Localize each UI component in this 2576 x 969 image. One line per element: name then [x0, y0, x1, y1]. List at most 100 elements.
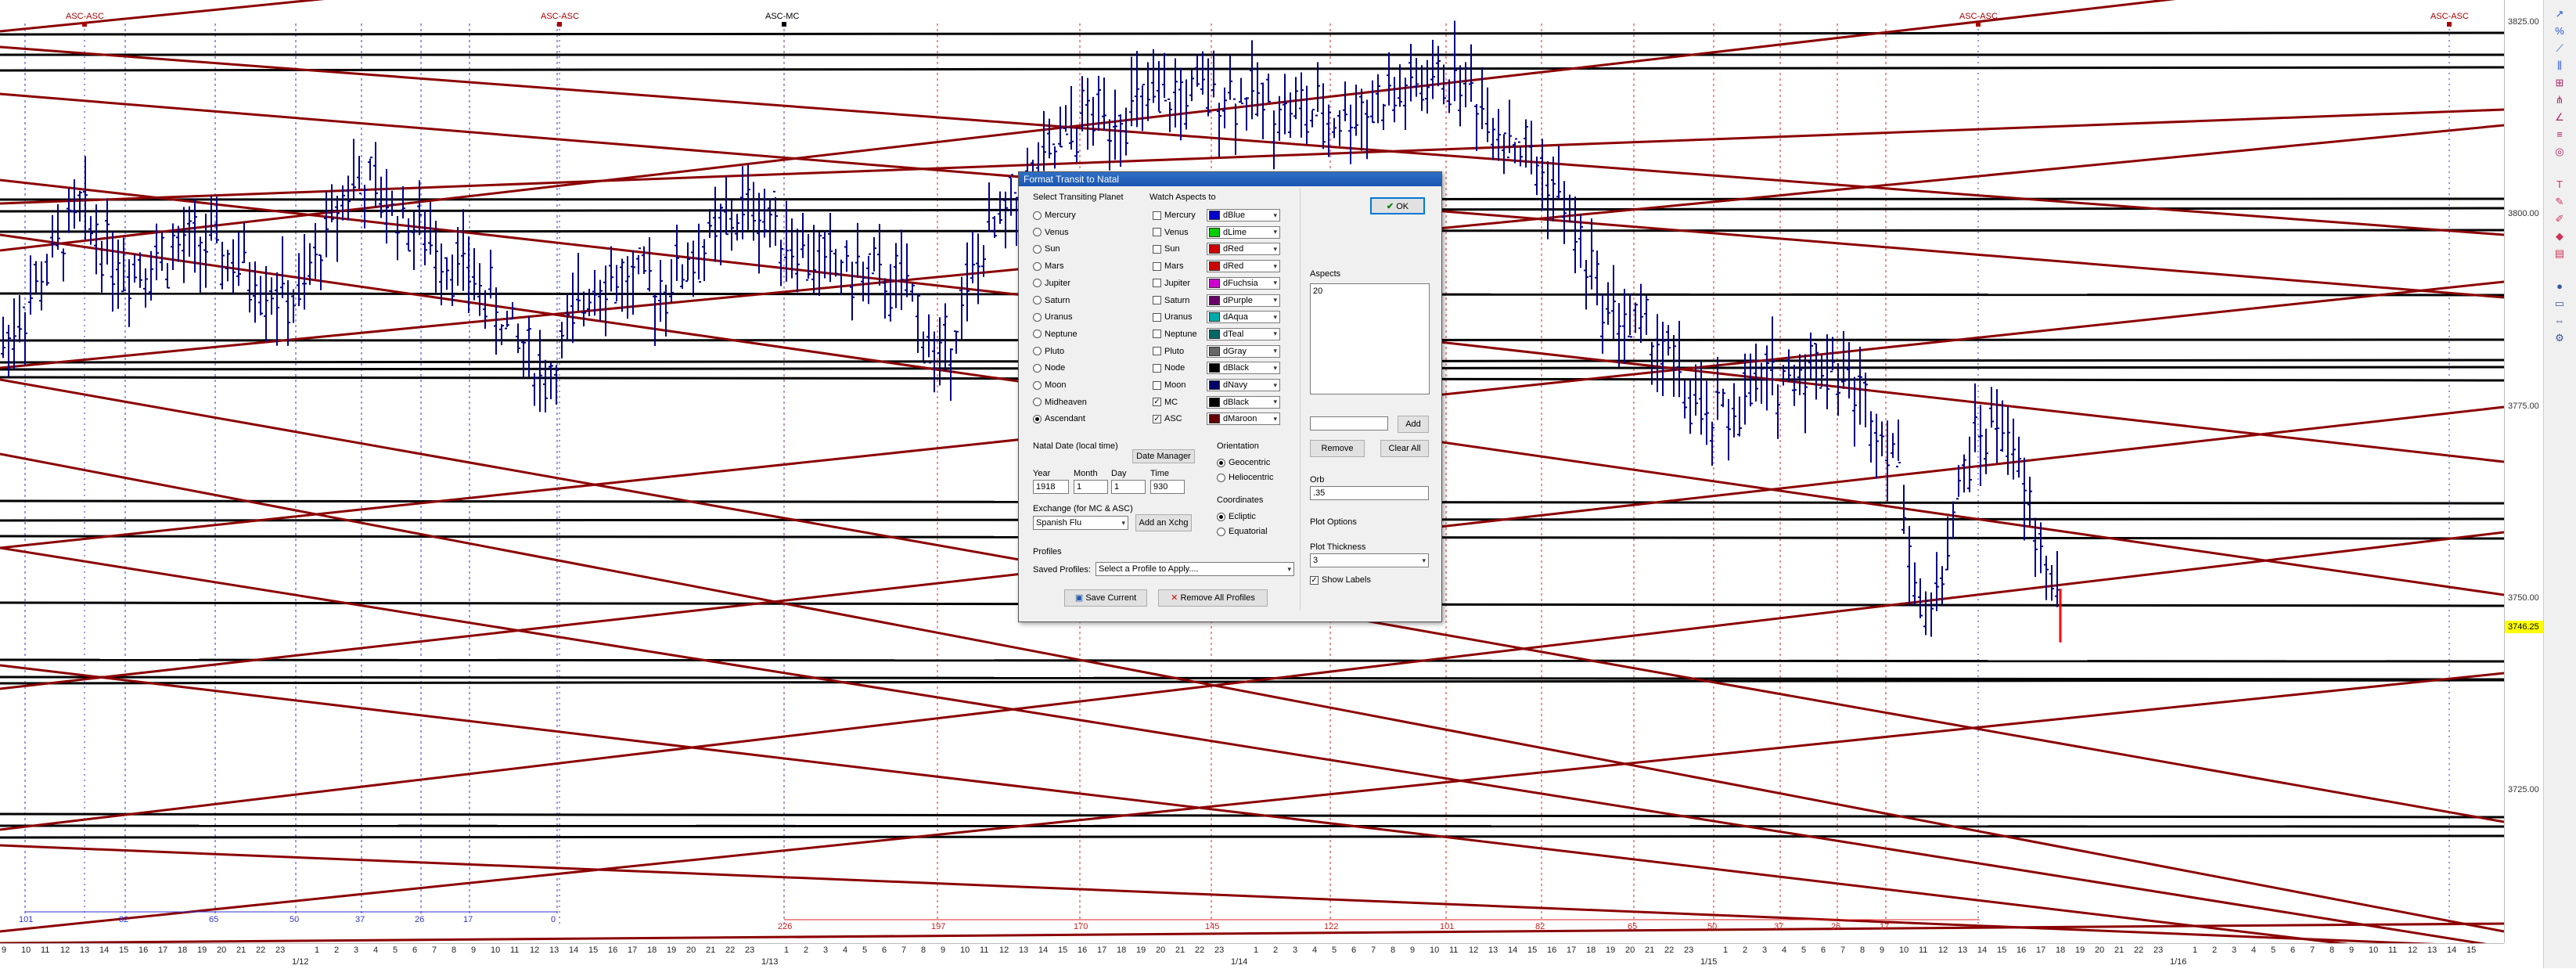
percent-icon[interactable]: % — [2551, 23, 2568, 39]
color-select[interactable]: dBlack ▾ — [1207, 362, 1280, 375]
color-select[interactable]: dBlue ▾ — [1207, 209, 1280, 222]
color-icon[interactable]: ◆ — [2551, 229, 2568, 244]
bars-icon[interactable]: ⫼ — [2551, 58, 2568, 74]
watch-checkbox-mc[interactable]: ✓ MC — [1153, 395, 1178, 409]
orb-input[interactable]: .35 — [1310, 486, 1429, 500]
clear-all-button[interactable]: Clear All — [1380, 440, 1429, 457]
time-input[interactable]: 930 — [1150, 480, 1185, 494]
plot-thickness-select[interactable]: 3 ▾ — [1310, 553, 1429, 567]
aspect-input[interactable] — [1310, 416, 1388, 430]
planet-radio-neptune[interactable]: Neptune — [1033, 327, 1078, 341]
chevron-down-icon: ▾ — [1273, 211, 1277, 219]
planet-radio-venus[interactable]: Venus — [1033, 225, 1069, 240]
layers-icon[interactable]: ▤ — [2551, 246, 2568, 261]
month-input[interactable]: 1 — [1074, 480, 1108, 494]
remove-all-profiles-button[interactable]: ✕ Remove All Profiles — [1158, 589, 1268, 607]
color-select[interactable]: dRed ▾ — [1207, 243, 1280, 256]
watch-checkbox-mercury[interactable]: Mercury — [1153, 208, 1196, 222]
settings-icon[interactable]: ⚙ — [2551, 330, 2568, 346]
aspects-list[interactable]: 20 — [1310, 283, 1430, 394]
chevron-down-icon: ▾ — [1273, 398, 1277, 406]
planet-radio-sun[interactable]: Sun — [1033, 242, 1060, 256]
watch-checkbox-venus[interactable]: Venus — [1153, 225, 1189, 240]
planet-radio-mars[interactable]: Mars — [1033, 259, 1063, 273]
color-name: dTeal — [1223, 329, 1244, 339]
pen-icon[interactable]: ✐ — [2551, 211, 2568, 227]
planet-radio-midheaven[interactable]: Midheaven — [1033, 395, 1087, 409]
pencil-icon[interactable]: ✎ — [2551, 194, 2568, 210]
show-labels-checkbox[interactable]: ✓ Show Labels — [1310, 573, 1371, 587]
grid-icon[interactable]: ⊞ — [2551, 75, 2568, 91]
hour-label: 3 — [823, 946, 829, 955]
ecliptic-radio[interactable]: Ecliptic — [1217, 510, 1256, 524]
hour-label: 12 — [999, 946, 1009, 955]
geocentric-radio[interactable]: Geocentric — [1217, 456, 1270, 470]
box-icon[interactable]: ▭ — [2551, 296, 2568, 312]
color-select[interactable]: dGray ▾ — [1207, 344, 1280, 358]
angle-icon[interactable]: ∠ — [2551, 110, 2568, 125]
checkbox-icon: ✓ — [1153, 398, 1161, 407]
equatorial-radio[interactable]: Equatorial — [1217, 524, 1268, 539]
close-icon: ✕ — [1171, 593, 1178, 603]
planet-radio-mercury[interactable]: Mercury — [1033, 208, 1076, 222]
color-select[interactable]: dTeal ▾ — [1207, 327, 1280, 340]
text-icon[interactable]: T — [2551, 177, 2568, 193]
cycle-icon[interactable]: ◎ — [2551, 144, 2568, 160]
watch-checkbox-mars[interactable]: Mars — [1153, 259, 1183, 273]
price-axis[interactable]: 3825.00 3800.00 3775.00 3750.00 3725.00 … — [2504, 0, 2545, 943]
aspect-line-black — [0, 675, 2504, 681]
node-icon[interactable]: ● — [2551, 279, 2568, 294]
year-input[interactable]: 1918 — [1033, 480, 1069, 494]
date-manager-button[interactable]: Date Manager — [1132, 449, 1195, 463]
fan-icon[interactable]: ⋔ — [2551, 92, 2568, 108]
aspect-line-black — [0, 834, 2504, 839]
watch-checkbox-jupiter[interactable]: Jupiter — [1153, 276, 1190, 290]
color-swatch — [1209, 346, 1220, 356]
heliocentric-radio[interactable]: Heliocentric — [1217, 470, 1273, 484]
color-name: dLime — [1223, 227, 1247, 237]
planet-radio-node[interactable]: Node — [1033, 361, 1065, 375]
ok-button[interactable]: ✔ OK — [1370, 197, 1425, 214]
add-exchange-button[interactable]: Add an Xchg — [1135, 514, 1192, 531]
watch-label: Neptune — [1164, 329, 1197, 339]
watch-checkbox-moon[interactable]: Moon — [1153, 378, 1186, 392]
hour-label: 3 — [1293, 946, 1298, 955]
planet-radio-uranus[interactable]: Uranus — [1033, 310, 1072, 324]
arrow-tool-icon[interactable]: ↗ — [2551, 6, 2568, 22]
planet-radio-saturn[interactable]: Saturn — [1033, 294, 1070, 308]
exchange-select[interactable]: Spanish Flu ▾ — [1033, 516, 1128, 530]
planet-radio-jupiter[interactable]: Jupiter — [1033, 276, 1070, 290]
watch-checkbox-node[interactable]: Node — [1153, 361, 1185, 375]
month-label: Month — [1074, 469, 1098, 478]
watch-checkbox-asc[interactable]: ✓ ASC — [1153, 412, 1182, 426]
time-axis[interactable]: 9 10 11 12 13 14 15 16 17 18 19 20 21 22 23 1 2 3 4 5 6 7 8 9 10… — [0, 943, 2504, 969]
trend-icon[interactable]: ⟋ — [2551, 41, 2568, 56]
color-select[interactable]: dMaroon ▾ — [1207, 412, 1280, 426]
watch-checkbox-neptune[interactable]: Neptune — [1153, 327, 1197, 341]
add-aspect-button[interactable]: Add — [1398, 416, 1429, 433]
watch-checkbox-uranus[interactable]: Uranus — [1153, 310, 1192, 324]
color-select[interactable]: dBlack ▾ — [1207, 395, 1280, 409]
hour-label: 12 — [530, 946, 540, 955]
planet-radio-pluto[interactable]: Pluto — [1033, 344, 1064, 358]
color-select[interactable]: dAqua ▾ — [1207, 311, 1280, 324]
color-select[interactable]: dPurple ▾ — [1207, 294, 1280, 307]
remove-aspect-button[interactable]: Remove — [1310, 440, 1365, 457]
profile-select[interactable]: Select a Profile to Apply.... ▾ — [1096, 562, 1294, 576]
planet-label: Midheaven — [1045, 397, 1087, 407]
measure-icon[interactable]: ⇔ — [2551, 313, 2568, 329]
levels-icon[interactable]: ≡ — [2551, 127, 2568, 142]
day-input[interactable]: 1 — [1111, 480, 1146, 494]
aspect-item[interactable]: 20 — [1313, 286, 1427, 296]
watch-checkbox-sun[interactable]: Sun — [1153, 242, 1180, 256]
planet-radio-ascendant[interactable]: Ascendant — [1033, 412, 1085, 426]
save-current-button[interactable]: ▣ Save Current — [1064, 589, 1147, 607]
checkbox-icon — [1153, 261, 1161, 271]
color-select[interactable]: dLime ▾ — [1207, 225, 1280, 239]
color-select[interactable]: dNavy ▾ — [1207, 379, 1280, 391]
watch-checkbox-saturn[interactable]: Saturn — [1153, 294, 1189, 308]
color-select[interactable]: dRed ▾ — [1207, 260, 1280, 273]
planet-radio-moon[interactable]: Moon — [1033, 378, 1067, 392]
watch-checkbox-pluto[interactable]: Pluto — [1153, 344, 1184, 358]
color-select[interactable]: dFuchsia ▾ — [1207, 276, 1280, 290]
